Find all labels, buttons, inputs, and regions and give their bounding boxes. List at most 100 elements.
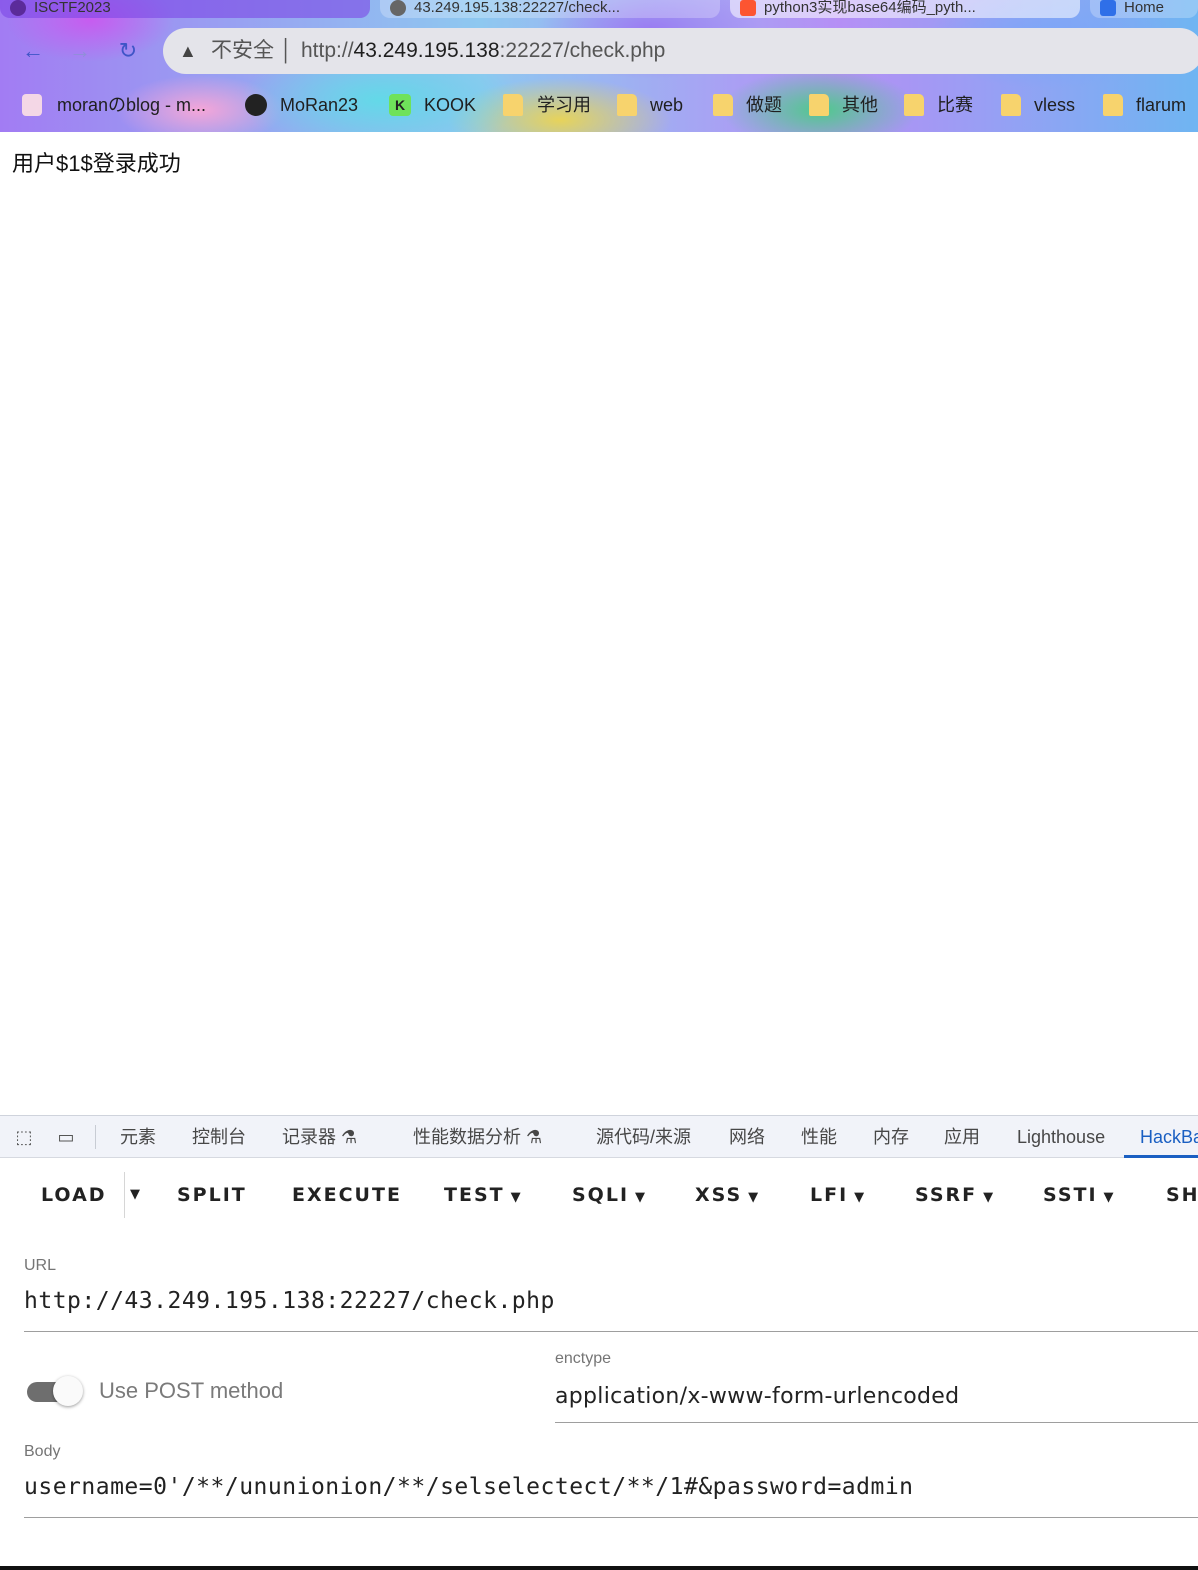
reload-icon[interactable]: ↻ [112,36,144,68]
url-host: 43.249.195.138 [353,39,500,62]
url-field[interactable]: http://43.249.195.138:22227/check.php [24,1288,555,1314]
browser-chrome: ISCTF2023 43.249.195.138:22227/check... … [0,0,1198,132]
xss-menu-button[interactable]: XSS ▼ [695,1166,758,1224]
devtools-tab-memory[interactable]: 内存 [873,1116,909,1158]
execute-button[interactable]: EXECUTE [292,1166,402,1224]
devtools-tab-hackbar[interactable]: HackBar [1124,1116,1198,1158]
toggle-knob [53,1376,83,1406]
warning-icon[interactable]: ▲ [179,28,197,74]
forward-arrow-icon[interactable]: → [64,36,96,68]
folder-icon [1103,94,1123,116]
url-field-underline [24,1331,1198,1332]
bookmark-label: flarum [1136,95,1187,115]
enctype-underline [555,1422,1198,1423]
browser-tab[interactable]: ISCTF2023 [0,0,370,18]
devtools-tab-sources[interactable]: 源代码/来源 [596,1116,691,1158]
url-path: :22227/check.php [499,39,666,62]
ssrf-label: SSRF [915,1184,978,1206]
devtools-tab-performance[interactable]: 性能 [801,1116,837,1158]
address-bar[interactable]: ▲ 不安全 │ http://43.249.195.138:22227/chec… [163,28,1198,74]
post-method-label[interactable]: Use POST method [99,1378,283,1404]
globe-icon [390,0,406,16]
folder-icon [617,94,637,116]
test-menu-button[interactable]: TEST ▼ [444,1166,521,1224]
devtools-tab-recorder[interactable]: 记录器 ⚗ [282,1116,357,1158]
bookmark-label: 其他 [842,95,878,115]
load-dropdown-caret-icon[interactable]: ▼ [130,1166,142,1224]
divider [95,1125,96,1149]
devtools-tab-application[interactable]: 应用 [944,1116,980,1158]
github-icon [245,94,267,116]
browser-tab[interactable]: Home [1090,0,1198,18]
tab-title: ISCTF2023 [34,0,111,16]
chevron-down-icon: ▼ [854,1190,865,1205]
lfi-label: LFI [810,1184,849,1206]
avatar-icon [22,94,42,116]
bookmark-label: 学习用 [537,95,591,115]
body-field[interactable]: username=0'/**/ununionion/**/selselectec… [24,1474,914,1500]
bookmark-label: MoRan23 [280,95,359,115]
kook-icon: K [389,94,411,116]
chevron-down-icon: ▼ [1103,1190,1114,1205]
devtools-tab-elements[interactable]: 元素 [120,1116,156,1158]
inspect-element-icon[interactable]: ⬚ [12,1126,36,1148]
xss-label: XSS [695,1184,743,1206]
back-arrow-icon[interactable]: ← [17,36,49,68]
folder-icon [503,94,523,116]
tab-favicon-icon [10,0,26,16]
bookmarks-bar: moranのblog - m... MoRan23 K KOOK 学习用 web… [0,82,1198,128]
divider [124,1172,125,1218]
folder-icon [1001,94,1021,116]
enctype-select[interactable]: application/x-www-form-urlencoded [555,1384,959,1409]
devtools-tab-lighthouse[interactable]: Lighthouse [1017,1116,1105,1158]
tab-strip: ISCTF2023 43.249.195.138:22227/check... … [0,0,1198,18]
url-scheme: http:// [301,39,354,62]
ssrf-menu-button[interactable]: SSRF ▼ [915,1166,993,1224]
device-toolbar-icon[interactable]: ▭ [54,1126,78,1148]
url-field-label: URL [24,1257,57,1274]
bookmark-label: vless [1034,95,1076,115]
chevron-down-icon: ▼ [635,1190,646,1205]
ssti-label: SSTI [1043,1184,1098,1206]
not-secure-text: 不安全 [211,39,274,62]
navigation-bar: ← → ↻ ▲ 不安全 │ http://43.249.195.138:2222… [0,26,1198,76]
tab-title: Home [1124,0,1165,16]
load-button[interactable]: LOAD [41,1166,107,1224]
devtools-panel: ⬚ ▭ 元素 控制台 记录器 ⚗ 性能数据分析 ⚗ 源代码/来源 网络 性能 内… [0,1115,1198,1570]
body-field-underline [24,1517,1198,1518]
tab-title: 43.249.195.138:22227/check... [414,0,621,16]
tab-favicon-icon [1100,0,1116,16]
window-bottom-edge [0,1566,1198,1570]
bookmark-label: KOOK [424,95,477,115]
bookmark-label: 比赛 [937,95,973,115]
csdn-icon [740,0,756,16]
login-success-message: 用户$1$登录成功 [12,151,181,176]
shell-menu-button[interactable]: SH [1166,1166,1198,1224]
enctype-label: enctype [555,1350,612,1367]
devtools-tab-bar: ⬚ ▭ 元素 控制台 记录器 ⚗ 性能数据分析 ⚗ 源代码/来源 网络 性能 内… [0,1116,1198,1158]
post-method-toggle[interactable] [27,1376,83,1406]
bookmark-label: web [650,95,684,115]
lfi-menu-button[interactable]: LFI ▼ [810,1166,864,1224]
tab-title: python3实现base64编码_pyth... [764,0,976,16]
browser-tab-active[interactable]: 43.249.195.138:22227/check... [380,0,720,18]
chevron-down-icon: ▼ [748,1190,759,1205]
browser-tab[interactable]: python3实现base64编码_pyth... [730,0,1080,18]
sqli-menu-button[interactable]: SQLI ▼ [572,1166,645,1224]
bookmark-label: moranのblog - m... [57,95,207,115]
split-button[interactable]: SPLIT [177,1166,247,1224]
devtools-tab-network[interactable]: 网络 [729,1116,765,1158]
not-secure-label[interactable]: 不安全 │ [211,28,293,74]
hackbar-toolbar: LOAD ▼ SPLIT EXECUTE TEST ▼ SQLI ▼ XSS ▼ LF… [0,1166,1198,1224]
ssti-menu-button[interactable]: SSTI ▼ [1043,1166,1114,1224]
chevron-down-icon: ▼ [983,1190,994,1205]
folder-icon [713,94,733,116]
test-label: TEST [444,1184,505,1206]
body-field-label: Body [24,1443,61,1460]
address-url[interactable]: http://43.249.195.138:22227/check.php [301,28,665,74]
bookmark-label: 做题 [746,95,782,115]
devtools-tab-console[interactable]: 控制台 [192,1116,246,1158]
folder-icon [904,94,924,116]
devtools-tab-performance-insights[interactable]: 性能数据分析 ⚗ [413,1116,542,1158]
folder-icon [809,94,829,116]
